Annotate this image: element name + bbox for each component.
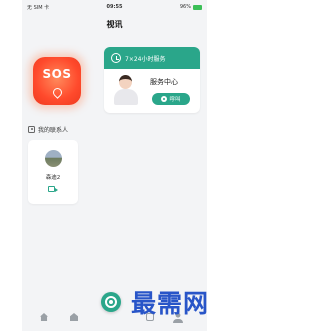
home-tab-icon[interactable] — [40, 313, 48, 321]
agent-body — [114, 89, 138, 105]
contacts-icon — [28, 126, 35, 133]
contact-card[interactable]: 森迪2 — [28, 140, 78, 204]
service-center-card[interactable]: 7×24小时服务 服务中心 呼叫 — [104, 47, 200, 113]
page-title: 视讯 — [106, 20, 123, 29]
location-pin-icon — [51, 86, 64, 99]
sos-button[interactable]: SOS — [33, 57, 81, 105]
contacts-header-label: 我的联系人 — [38, 127, 69, 134]
camera-icon — [105, 296, 117, 308]
call-button[interactable]: 呼叫 — [152, 93, 190, 105]
battery-percent: 96% — [179, 4, 191, 10]
battery-icon — [193, 4, 202, 10]
watermark-logo: 最需网 — [131, 289, 210, 318]
service-center-title: 服务中心 — [150, 78, 178, 86]
call-button-label: 呼叫 — [169, 97, 181, 103]
community-tab-icon[interactable] — [70, 313, 78, 321]
clock-icon — [111, 53, 121, 63]
sos-label: SOS — [42, 67, 72, 81]
service-agent-avatar — [114, 75, 138, 105]
phone-screen: 无 SIM 卡 09:55 96% 视讯 SOS 7×24小时服务 服务中心 呼… — [22, 0, 207, 331]
status-bar: 无 SIM 卡 09:55 96% — [22, 0, 207, 14]
contact-name: 森迪2 — [45, 175, 61, 181]
video-call-icon[interactable] — [48, 186, 58, 192]
service-hours: 7×24小时服务 — [125, 56, 166, 63]
battery-indicator: 96% — [180, 4, 202, 10]
video-tab-button[interactable] — [101, 292, 121, 312]
contact-avatar — [45, 150, 62, 167]
contacts-section-header: 我的联系人 — [28, 125, 68, 134]
call-icon — [161, 96, 168, 102]
service-card-header: 7×24小时服务 — [104, 47, 200, 69]
agent-head — [119, 75, 132, 89]
